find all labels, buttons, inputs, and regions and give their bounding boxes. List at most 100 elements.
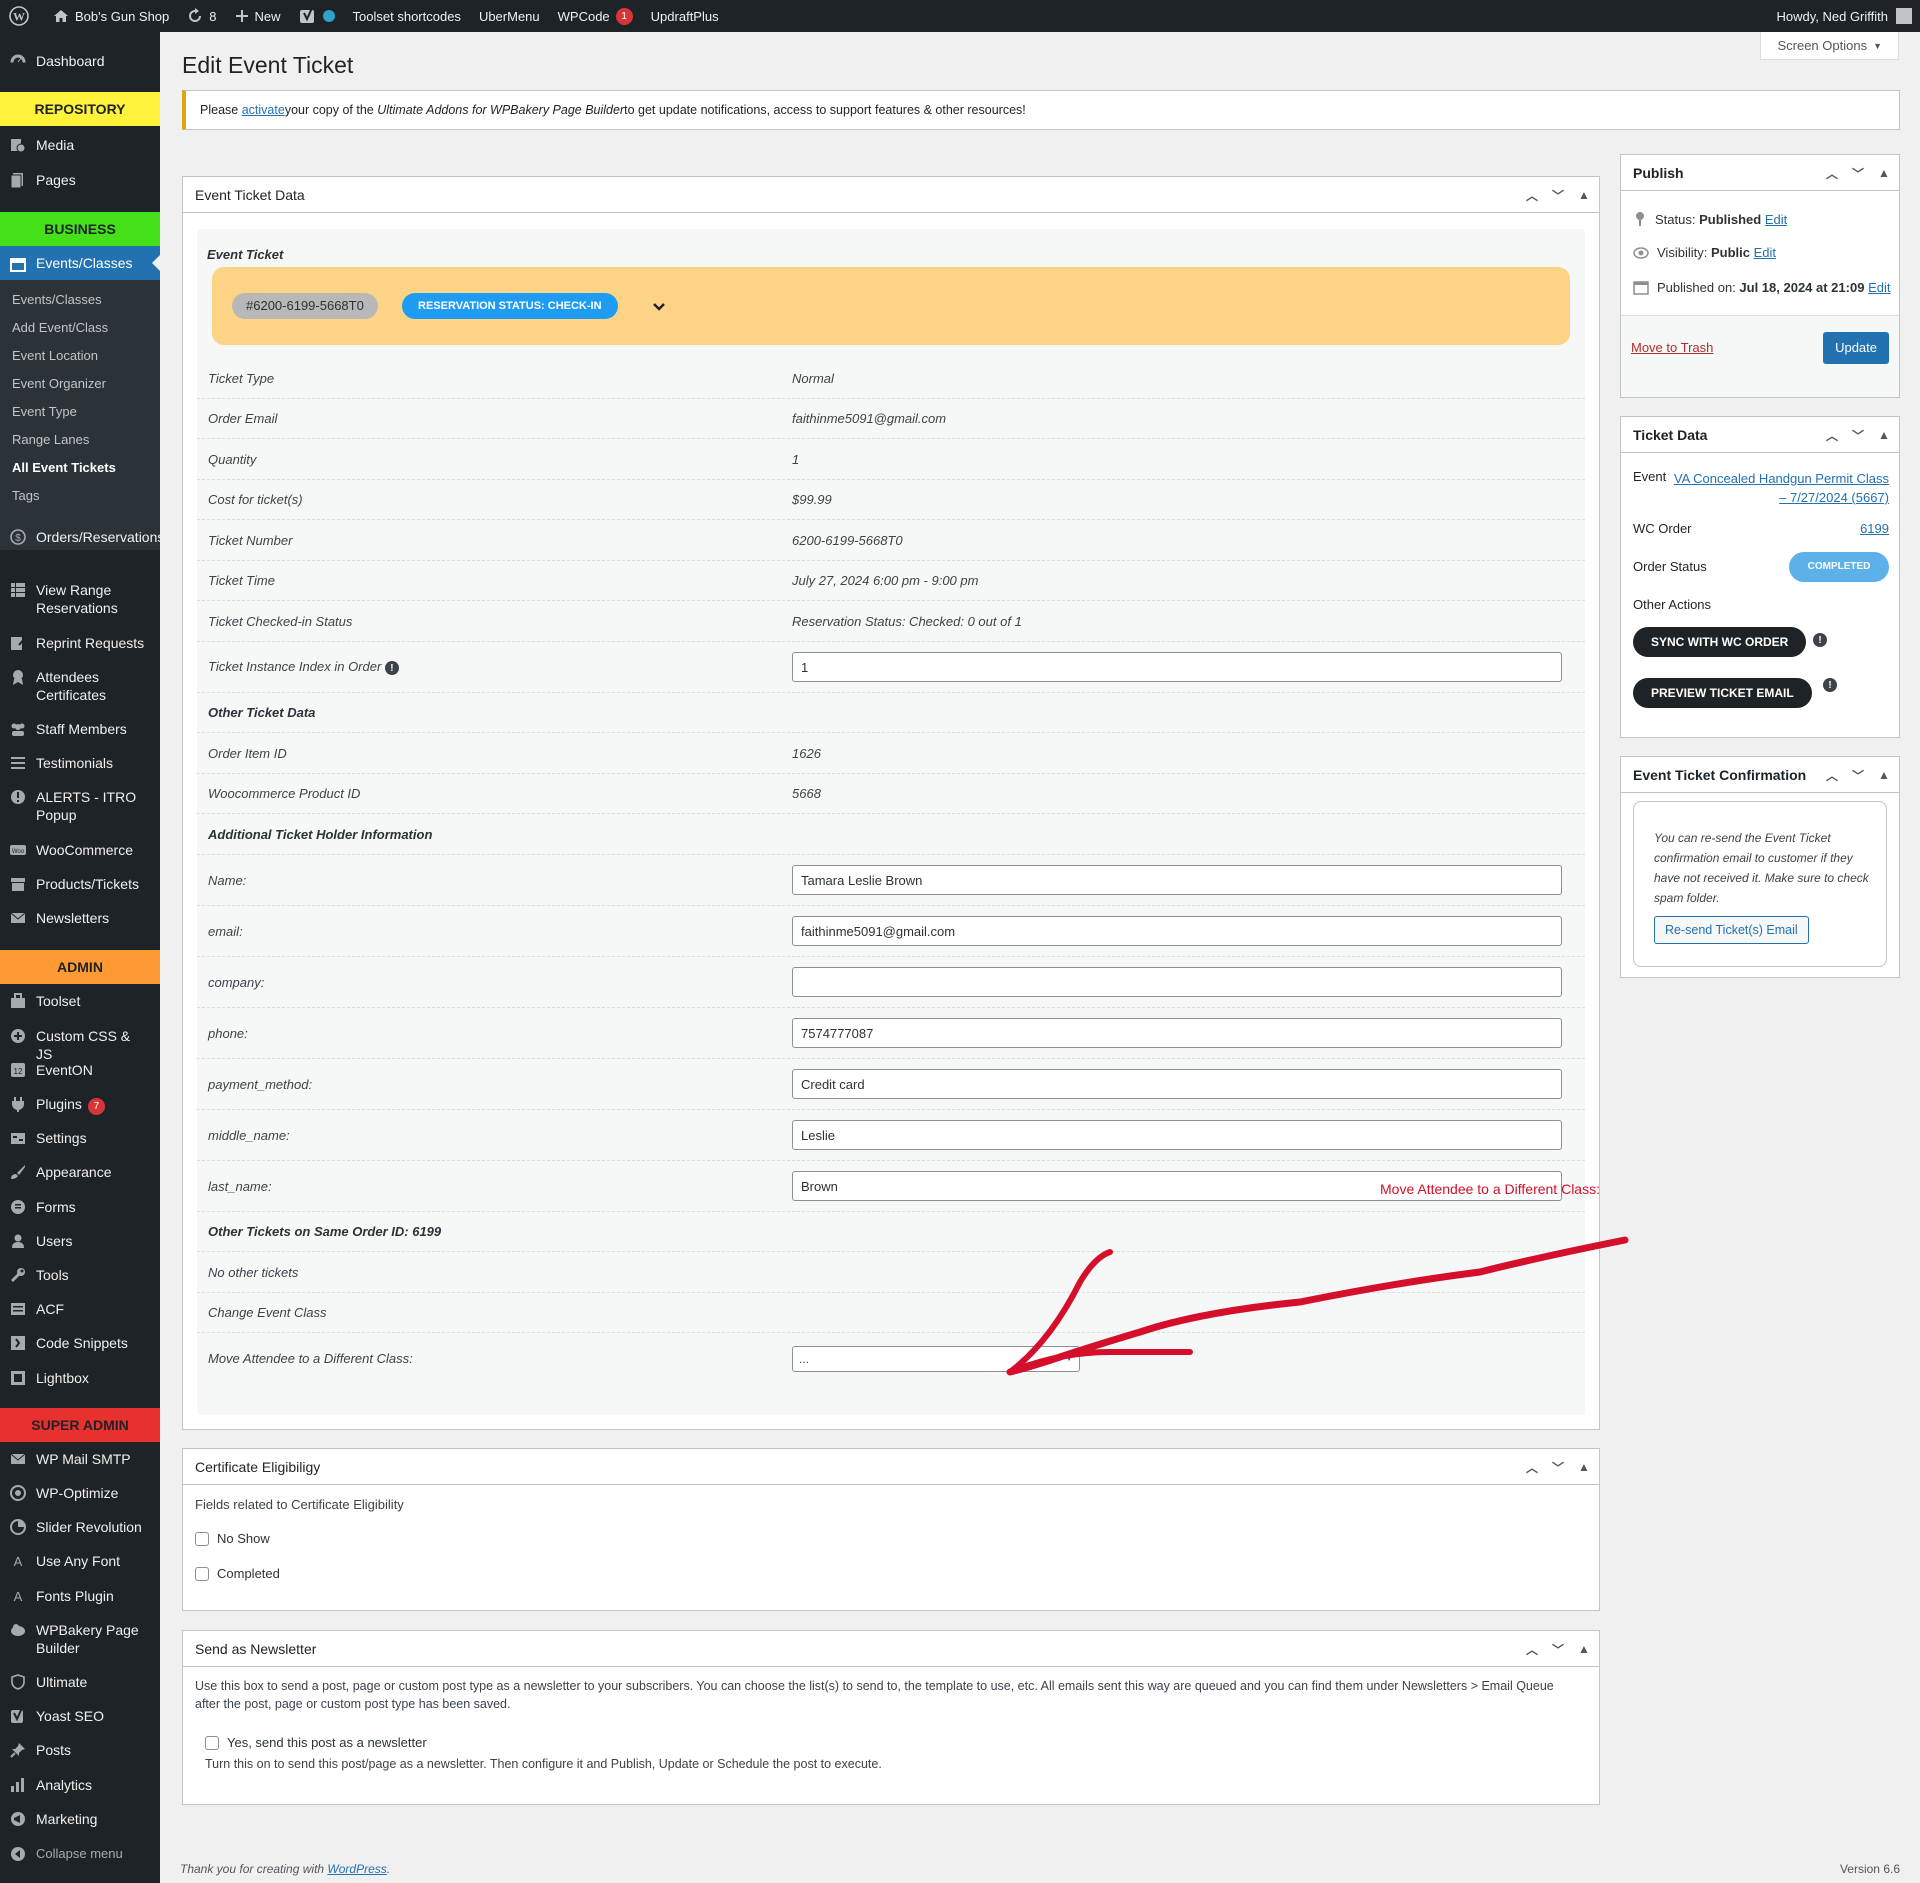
info-icon[interactable]: ! xyxy=(1823,678,1837,692)
toggle-panel-icon[interactable]: ▲ xyxy=(1575,1460,1593,1474)
sidebar-item-tools[interactable]: Tools xyxy=(0,1266,160,1284)
submenu-add-event-class[interactable]: Add Event/Class xyxy=(0,314,160,342)
updates-link[interactable]: 8 xyxy=(178,0,225,32)
sidebar-item-forms[interactable]: Forms xyxy=(0,1198,160,1216)
sidebar-item-marketing[interactable]: Marketing xyxy=(0,1810,160,1828)
move-to-trash-link[interactable]: Move to Trash xyxy=(1631,340,1713,355)
holder-payment-method-input[interactable]: Credit card xyxy=(792,1069,1562,1099)
sidebar-item-alerts[interactable]: ALERTS - ITRO Popup xyxy=(0,788,160,824)
toggle-panel-icon[interactable]: ▲ xyxy=(1575,188,1593,202)
chevron-down-icon[interactable] xyxy=(652,300,666,314)
completed-option[interactable]: Completed xyxy=(195,1566,280,1581)
sync-wc-order-button[interactable]: SYNC WITH WC ORDER xyxy=(1633,627,1807,657)
wpcode-link[interactable]: WPCode 1 xyxy=(549,0,642,32)
yoast-menu[interactable] xyxy=(290,0,344,32)
send-newsletter-checkbox[interactable] xyxy=(205,1735,219,1750)
move-up-icon[interactable]: ︿ xyxy=(1823,767,1841,784)
sidebar-item-attendees[interactable]: Attendees Certificates xyxy=(0,668,160,704)
info-icon[interactable]: ! xyxy=(1813,633,1827,647)
holder-middle-name-input[interactable]: Leslie xyxy=(792,1120,1562,1150)
toggle-panel-icon[interactable]: ▲ xyxy=(1875,166,1893,180)
sidebar-item-products[interactable]: Products/Tickets xyxy=(0,875,160,893)
sidebar-item-use-any-font[interactable]: A Use Any Font xyxy=(0,1552,160,1570)
holder-company-input[interactable] xyxy=(792,967,1562,997)
move-up-icon[interactable]: ︿ xyxy=(1823,165,1841,182)
holder-name-input[interactable]: Tamara Leslie Brown xyxy=(792,865,1562,895)
new-content-link[interactable]: New xyxy=(226,0,290,32)
sidebar-item-analytics[interactable]: Analytics xyxy=(0,1776,160,1794)
sidebar-item-appearance[interactable]: Appearance xyxy=(0,1163,160,1181)
sidebar-item-wp-mail[interactable]: WP Mail SMTP xyxy=(0,1450,160,1468)
sidebar-item-newsletters[interactable]: Newsletters xyxy=(0,909,160,927)
instance-index-input[interactable]: 1 xyxy=(792,652,1562,682)
submenu-event-location[interactable]: Event Location xyxy=(0,342,160,370)
move-down-icon[interactable]: ﹀ xyxy=(1849,767,1867,784)
sidebar-item-eventon[interactable]: 12 EventON xyxy=(0,1061,160,1079)
sidebar-item-pages[interactable]: Pages xyxy=(0,171,160,189)
submenu-event-type[interactable]: Event Type xyxy=(0,398,160,426)
sidebar-item-orders[interactable]: $ Orders/Reservations xyxy=(0,528,164,546)
sidebar-item-lightbox[interactable]: Lightbox xyxy=(0,1369,160,1387)
move-up-icon[interactable]: ︿ xyxy=(1523,1459,1541,1476)
update-button[interactable]: Update xyxy=(1823,332,1889,364)
ubermenu-link[interactable]: UberMenu xyxy=(470,0,549,32)
submenu-tags[interactable]: Tags xyxy=(0,482,160,510)
sidebar-item-reprint[interactable]: Reprint Requests xyxy=(0,634,160,652)
sidebar-item-events-classes[interactable]: Events/Classes xyxy=(0,246,160,280)
sidebar-item-view-range[interactable]: View Range Reservations xyxy=(0,581,160,617)
sidebar-item-staff[interactable]: Staff Members xyxy=(0,720,160,738)
edit-status-link[interactable]: Edit xyxy=(1765,212,1787,227)
submenu-event-organizer[interactable]: Event Organizer xyxy=(0,370,160,398)
toggle-panel-icon[interactable]: ▲ xyxy=(1875,428,1893,442)
move-down-icon[interactable]: ﹀ xyxy=(1849,427,1867,444)
sidebar-item-media[interactable]: Media xyxy=(0,136,160,154)
no-show-checkbox[interactable] xyxy=(195,1531,209,1546)
completed-checkbox[interactable] xyxy=(195,1566,209,1581)
wordpress-link[interactable]: WordPress xyxy=(327,1862,386,1876)
activate-link[interactable]: activate xyxy=(242,103,285,117)
event-link-line2[interactable]: – 7/27/2024 (5667) xyxy=(1779,490,1889,505)
sidebar-item-testimonials[interactable]: Testimonials xyxy=(0,754,160,772)
sidebar-item-fonts-plugin[interactable]: A Fonts Plugin xyxy=(0,1587,160,1605)
newsletter-option[interactable]: Yes, send this post as a newsletter xyxy=(205,1735,427,1750)
wc-order-link[interactable]: 6199 xyxy=(1860,521,1889,536)
move-up-icon[interactable]: ︿ xyxy=(1523,187,1541,204)
move-down-icon[interactable]: ﹀ xyxy=(1549,1459,1567,1476)
my-account-menu[interactable]: Howdy, Ned Griffith xyxy=(1776,0,1912,32)
sidebar-item-slider[interactable]: Slider Revolution xyxy=(0,1518,160,1536)
submenu-all-event-tickets[interactable]: All Event Tickets xyxy=(0,454,160,482)
sidebar-item-posts[interactable]: Posts xyxy=(0,1741,160,1759)
sidebar-item-settings[interactable]: Settings xyxy=(0,1129,160,1147)
move-down-icon[interactable]: ﹀ xyxy=(1549,187,1567,204)
preview-ticket-email-button[interactable]: PREVIEW TICKET EMAIL xyxy=(1633,678,1812,708)
resend-ticket-email-button[interactable]: Re-send Ticket(s) Email xyxy=(1654,916,1809,944)
sidebar-item-dashboard[interactable]: Dashboard xyxy=(0,52,160,70)
submenu-events-classes[interactable]: Events/Classes xyxy=(0,286,160,314)
sidebar-item-wpbakery[interactable]: WPBakery Page Builder xyxy=(0,1621,160,1657)
collapse-menu-button[interactable]: Collapse menu xyxy=(0,1845,160,1863)
sidebar-item-custom-css[interactable]: Custom CSS & JS xyxy=(0,1027,160,1063)
updraftplus-link[interactable]: UpdraftPlus xyxy=(642,0,728,32)
toolset-shortcodes-link[interactable]: Toolset shortcodes xyxy=(344,0,470,32)
screen-options-button[interactable]: Screen Options ▼ xyxy=(1760,32,1899,60)
sidebar-item-ultimate[interactable]: Ultimate xyxy=(0,1673,160,1691)
toggle-panel-icon[interactable]: ▲ xyxy=(1575,1642,1593,1656)
move-up-icon[interactable]: ︿ xyxy=(1523,1641,1541,1658)
no-show-option[interactable]: No Show xyxy=(195,1531,270,1546)
sidebar-item-plugins[interactable]: Plugins 7 xyxy=(0,1095,160,1115)
sidebar-item-acf[interactable]: ACF xyxy=(0,1300,160,1318)
site-name-link[interactable]: Bob's Gun Shop xyxy=(44,0,178,32)
info-icon[interactable]: ! xyxy=(384,661,399,676)
edit-visibility-link[interactable]: Edit xyxy=(1754,245,1776,260)
sidebar-item-code-snippets[interactable]: Code Snippets xyxy=(0,1334,160,1352)
edit-date-link[interactable]: Edit xyxy=(1868,280,1890,295)
move-down-icon[interactable]: ﹀ xyxy=(1849,165,1867,182)
sidebar-item-wp-optimize[interactable]: WP-Optimize xyxy=(0,1484,160,1502)
event-link-line1[interactable]: VA Concealed Handgun Permit Class xyxy=(1674,471,1889,486)
holder-phone-input[interactable]: 7574777087 xyxy=(792,1018,1562,1048)
sidebar-item-users[interactable]: Users xyxy=(0,1232,160,1250)
toggle-panel-icon[interactable]: ▲ xyxy=(1875,768,1893,782)
sidebar-item-yoast[interactable]: Yoast SEO xyxy=(0,1707,160,1725)
sidebar-item-toolset[interactable]: Toolset xyxy=(0,992,160,1010)
sidebar-item-woocommerce[interactable]: Woo WooCommerce xyxy=(0,841,160,859)
